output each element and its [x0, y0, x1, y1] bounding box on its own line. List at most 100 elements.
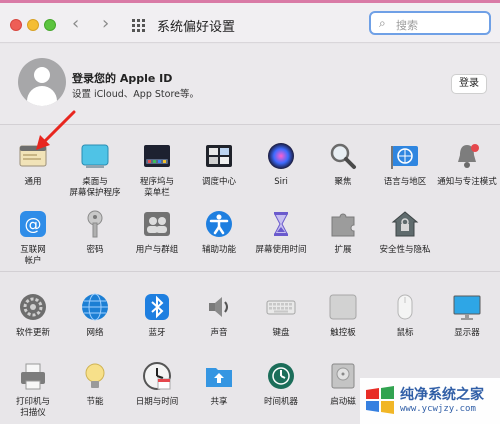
- pane-label: 节能: [86, 397, 104, 407]
- pane-label: 时间机器: [263, 397, 298, 407]
- startup-disk-icon: [328, 361, 358, 391]
- language-icon: [390, 141, 420, 171]
- watermark-logo-icon: [366, 386, 394, 414]
- apple-id-subtitle: 设置 iCloud、App Store等。: [72, 89, 199, 100]
- pane-desktop[interactable]: 桌面与 屏幕保护程序: [65, 141, 125, 199]
- pane-mouse[interactable]: 鼠标: [375, 292, 435, 339]
- apple-id-section: 登录您的 Apple ID 设置 iCloud、App Store等。 登录: [0, 44, 500, 124]
- title-bar: ‹ › 系统偏好设置 ⌕ 搜索: [0, 3, 500, 43]
- pane-label: 程序坞与 菜单栏: [139, 177, 174, 198]
- pane-notifications[interactable]: 通知与专注模式: [437, 141, 497, 188]
- pane-label: 语言与地区: [383, 177, 427, 187]
- display-icon: [452, 292, 482, 322]
- watermark: 纯净系统之家 www.ycwjzy.com: [360, 378, 500, 424]
- sharing-icon: [204, 361, 234, 391]
- pane-label: 触控板: [330, 328, 356, 338]
- pane-date-time[interactable]: 日期与时间: [127, 361, 187, 408]
- pane-label: 蓝牙: [148, 328, 166, 338]
- time-machine-icon: [266, 361, 296, 391]
- pane-label: 显示器: [454, 328, 480, 338]
- trackpad-icon: [328, 292, 358, 322]
- zoom-button[interactable]: [44, 19, 56, 31]
- date-time-icon: [142, 361, 172, 391]
- pane-internet-accounts[interactable]: @ 互联网 帐户: [3, 209, 63, 267]
- pane-bluetooth[interactable]: 蓝牙: [127, 292, 187, 339]
- search-field[interactable]: ⌕ 搜索: [369, 11, 491, 35]
- pane-label: 安全性与隐私: [379, 245, 431, 255]
- pane-label: 密码: [86, 245, 104, 255]
- accessibility-icon: [204, 209, 234, 239]
- pane-label: 屏幕使用时间: [255, 245, 307, 255]
- pane-network[interactable]: 网络: [65, 292, 125, 339]
- pane-passwords[interactable]: 密码: [65, 209, 125, 256]
- pane-label: 键盘: [272, 328, 290, 338]
- spotlight-icon: [328, 141, 358, 171]
- mission-control-icon: [204, 141, 234, 171]
- window-title: 系统偏好设置: [157, 20, 236, 35]
- watermark-title: 纯净系统之家: [400, 387, 484, 403]
- bluetooth-icon: [142, 292, 172, 322]
- pane-label: 网络: [86, 328, 104, 338]
- siri-icon: [266, 141, 296, 171]
- pane-label: 打印机与 扫描仪: [15, 397, 50, 418]
- pane-energy[interactable]: 节能: [65, 361, 125, 408]
- login-button[interactable]: 登录: [451, 74, 487, 94]
- pane-users[interactable]: 用户与群组: [127, 209, 187, 256]
- back-arrow-icon[interactable]: ‹: [72, 13, 79, 34]
- software-update-icon: [18, 292, 48, 322]
- pane-mission-control[interactable]: 调度中心: [189, 141, 249, 188]
- pane-label: 日期与时间: [135, 397, 179, 407]
- pane-printers[interactable]: 打印机与 扫描仪: [3, 361, 63, 419]
- search-icon: ⌕: [379, 16, 386, 30]
- pane-dock[interactable]: 程序坞与 菜单栏: [127, 141, 187, 199]
- mouse-icon: [390, 292, 420, 322]
- pane-siri[interactable]: Siri: [251, 141, 311, 188]
- security-icon: [390, 209, 420, 239]
- pane-label: 声音: [210, 328, 228, 338]
- pane-label: 通知与专注模式: [437, 177, 497, 187]
- pane-label: 用户与群组: [135, 245, 179, 255]
- divider: [0, 271, 500, 272]
- avatar[interactable]: [18, 58, 66, 106]
- pane-label: 辅助功能: [201, 245, 236, 255]
- watermark-url: www.ycwjzy.com: [400, 404, 476, 414]
- pane-time-machine[interactable]: 时间机器: [251, 361, 311, 408]
- pane-general[interactable]: 通用: [3, 141, 63, 188]
- passwords-icon: [80, 209, 110, 239]
- pane-label: 互联网 帐户: [20, 245, 46, 266]
- pane-label: 聚焦: [334, 177, 352, 187]
- pane-spotlight[interactable]: 聚焦: [313, 141, 373, 188]
- pane-screen-time[interactable]: 屏幕使用时间: [251, 209, 311, 256]
- sound-icon: [204, 292, 234, 322]
- pane-label: 鼠标: [396, 328, 414, 338]
- pane-label: 扩展: [334, 245, 352, 255]
- pane-label: 软件更新: [15, 328, 50, 338]
- network-icon: [80, 292, 110, 322]
- pane-display[interactable]: 显示器: [437, 292, 497, 339]
- show-all-grid-icon[interactable]: [132, 19, 145, 32]
- pane-trackpad[interactable]: 触控板: [313, 292, 373, 339]
- pane-label: 桌面与 屏幕保护程序: [69, 177, 121, 198]
- keyboard-icon: [266, 292, 296, 322]
- divider: [0, 124, 500, 125]
- extensions-icon: [328, 209, 358, 239]
- pane-keyboard[interactable]: 键盘: [251, 292, 311, 339]
- internet-accounts-icon: @: [18, 209, 48, 239]
- pane-software-update[interactable]: 软件更新: [3, 292, 63, 339]
- pane-accessibility[interactable]: 辅助功能: [189, 209, 249, 256]
- pane-security[interactable]: 安全性与隐私: [375, 209, 435, 256]
- pane-label: 共享: [210, 397, 228, 407]
- pane-sound[interactable]: 声音: [189, 292, 249, 339]
- users-icon: [142, 209, 172, 239]
- printer-icon: [18, 361, 48, 391]
- apple-id-title[interactable]: 登录您的 Apple ID: [72, 70, 172, 86]
- pane-label: 通用: [24, 177, 42, 187]
- forward-arrow-icon[interactable]: ›: [102, 13, 109, 34]
- search-placeholder: 搜索: [396, 19, 418, 32]
- minimize-button[interactable]: [27, 19, 39, 31]
- pane-extensions[interactable]: 扩展: [313, 209, 373, 256]
- close-button[interactable]: [10, 19, 22, 31]
- pane-sharing[interactable]: 共享: [189, 361, 249, 408]
- pane-label: 调度中心: [201, 177, 236, 187]
- pane-language[interactable]: 语言与地区: [375, 141, 435, 188]
